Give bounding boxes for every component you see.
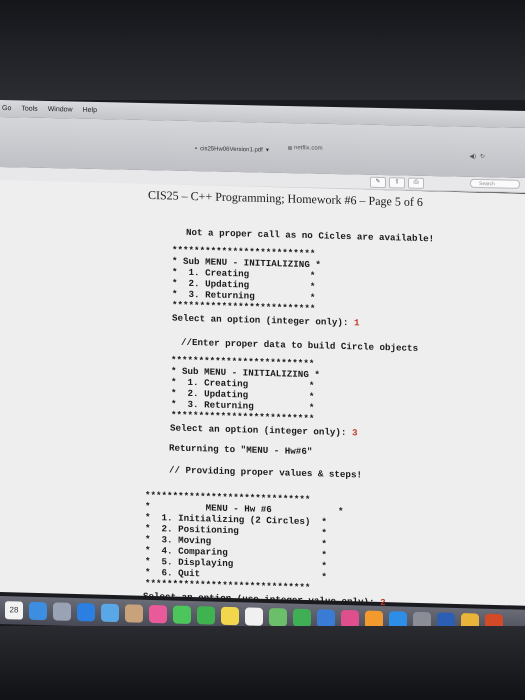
pdf-icon: • bbox=[195, 145, 198, 152]
maps-icon[interactable] bbox=[269, 608, 287, 627]
tab-pdf[interactable]: • cis25Hw06Version1.pdf ▾ bbox=[195, 145, 269, 154]
numbers-icon[interactable] bbox=[293, 608, 311, 628]
output-line: Select an option (integer only): 3 bbox=[170, 422, 357, 438]
output-text: ************************** bbox=[171, 409, 315, 425]
mail-icon[interactable] bbox=[101, 603, 119, 623]
search-placeholder: Search bbox=[479, 181, 495, 188]
output-line: Returning to "MENU - Hw#6" bbox=[169, 442, 312, 457]
pdf-page: CIS25 – C++ Programming; Homework #6 – P… bbox=[0, 180, 525, 608]
share-icon[interactable]: ⇪ bbox=[389, 177, 405, 189]
toolbar-buttons: ✎ ⇪ ⎙ bbox=[370, 176, 424, 189]
menu-tools[interactable]: Tools bbox=[21, 105, 37, 112]
keynote-icon[interactable] bbox=[317, 609, 335, 628]
output-text: // Providing proper values & steps! bbox=[169, 464, 362, 481]
output-line: Not a proper call as no Cicles are avail… bbox=[186, 227, 434, 244]
menu-help[interactable]: Help bbox=[83, 107, 97, 114]
lock-icon bbox=[288, 146, 292, 151]
notes-icon[interactable] bbox=[221, 606, 239, 626]
url-text: netflix.com bbox=[294, 145, 323, 152]
volume-icon[interactable]: ◀) bbox=[469, 153, 476, 160]
tab-title: cis25Hw06Version1.pdf bbox=[200, 145, 263, 154]
search-input[interactable]: Search bbox=[470, 178, 520, 189]
finder-icon[interactable] bbox=[29, 601, 47, 621]
address-bar[interactable]: netflix.com bbox=[288, 145, 323, 152]
chevron-down-icon: ▾ bbox=[265, 147, 269, 154]
screen-bezel bbox=[0, 0, 525, 100]
output-line: ************************** bbox=[171, 409, 314, 424]
page-title: CIS25 – C++ Programming; Homework #6 – P… bbox=[148, 187, 423, 210]
reminders-icon[interactable] bbox=[245, 607, 263, 626]
refresh-icon[interactable]: ↻ bbox=[480, 153, 485, 160]
user-input-value: 1 bbox=[353, 317, 360, 329]
facetime-icon[interactable] bbox=[197, 606, 215, 625]
print-icon[interactable]: ⎙ bbox=[408, 177, 424, 189]
user-input-value: 3 bbox=[351, 427, 358, 439]
calendar-icon[interactable]: 28 bbox=[5, 601, 23, 620]
output-line: ************************** bbox=[172, 300, 315, 315]
output-line: //Enter proper data to build Circle obje… bbox=[181, 337, 418, 354]
output-text: Not a proper call as no Cicles are avail… bbox=[186, 226, 435, 245]
contacts-icon[interactable] bbox=[125, 604, 143, 623]
menu-go[interactable]: Go bbox=[2, 105, 11, 112]
output-text: Select an option (integer only): bbox=[170, 422, 352, 439]
safari-icon[interactable] bbox=[77, 603, 95, 622]
menu-window[interactable]: Window bbox=[48, 106, 73, 114]
messages-icon[interactable] bbox=[173, 605, 191, 625]
output-text: Returning to "MENU - Hw#6" bbox=[169, 442, 313, 458]
output-text: ************************** bbox=[172, 299, 316, 315]
output-line: // Providing proper values & steps! bbox=[169, 464, 362, 480]
photos-icon[interactable] bbox=[149, 604, 167, 624]
window-controls: ◀) ↻ bbox=[469, 153, 485, 160]
output-line: Select an option (integer only): 1 bbox=[172, 313, 359, 329]
annotate-icon[interactable]: ✎ bbox=[370, 176, 386, 189]
launchpad-icon[interactable] bbox=[53, 602, 71, 621]
output-text: Select an option (integer only): bbox=[172, 312, 354, 329]
output-text: //Enter proper data to build Circle obje… bbox=[181, 336, 419, 354]
desk-surface bbox=[0, 626, 525, 700]
